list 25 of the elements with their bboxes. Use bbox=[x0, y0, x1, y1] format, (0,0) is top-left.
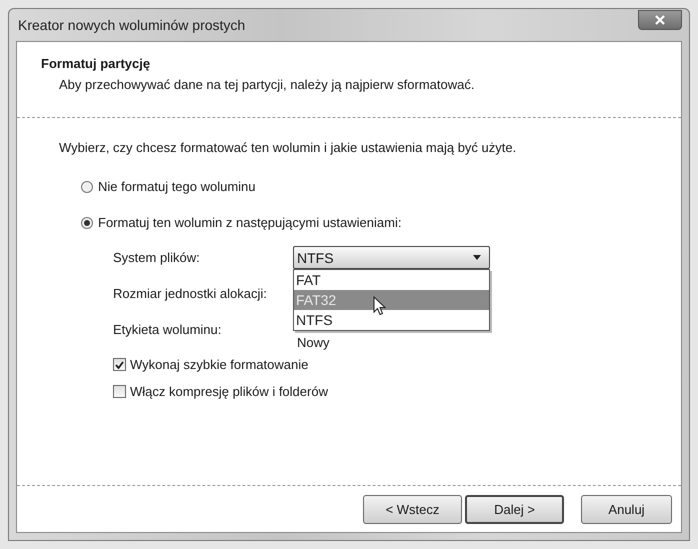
page-title: Formatuj partycję bbox=[41, 56, 152, 71]
checkbox-label[interactable]: Wykonaj szybkie formatowanie bbox=[130, 357, 308, 372]
wizard-button[interactable]: Anuluj bbox=[581, 494, 672, 524]
field-label: Rozmiar jednostki alokacji: bbox=[113, 286, 268, 301]
instruction-text: Wybierz, czy chcesz formatować ten wolumin i jakie ustawienia mają być użyte. bbox=[59, 140, 518, 155]
radio-button[interactable] bbox=[81, 216, 93, 228]
check-icon bbox=[115, 360, 124, 368]
wizard-button[interactable]: Dalej > bbox=[465, 494, 564, 524]
page-subtitle: Aby przechowywać dane na tej partycji, należy ją najpierw sformatować. bbox=[59, 77, 476, 92]
close-icon bbox=[655, 15, 665, 25]
radio-label[interactable]: Nie formatuj tego woluminu bbox=[98, 179, 256, 194]
volume-label-field[interactable]: Nowy bbox=[293, 327, 490, 350]
radio-button[interactable] bbox=[81, 180, 93, 192]
field-label: Etykieta woluminu: bbox=[113, 322, 222, 337]
wizard-button[interactable]: < Wstecz bbox=[363, 494, 462, 524]
field-label: System plików: bbox=[113, 250, 201, 265]
checkbox[interactable] bbox=[113, 385, 126, 398]
caret-icon bbox=[473, 255, 481, 260]
radio-label[interactable]: Formatuj ten wolumin z następującymi ustawieniami: bbox=[98, 215, 402, 230]
checkbox-label[interactable]: Włącz kompresję plików i folderów bbox=[130, 384, 328, 399]
file-system-dropdown[interactable]: NTFS bbox=[293, 246, 490, 269]
pointer-icon bbox=[373, 296, 386, 316]
window-title: Kreator nowych woluminów prostych bbox=[17, 17, 246, 33]
close-button[interactable] bbox=[638, 10, 682, 30]
checkbox[interactable] bbox=[113, 358, 126, 371]
